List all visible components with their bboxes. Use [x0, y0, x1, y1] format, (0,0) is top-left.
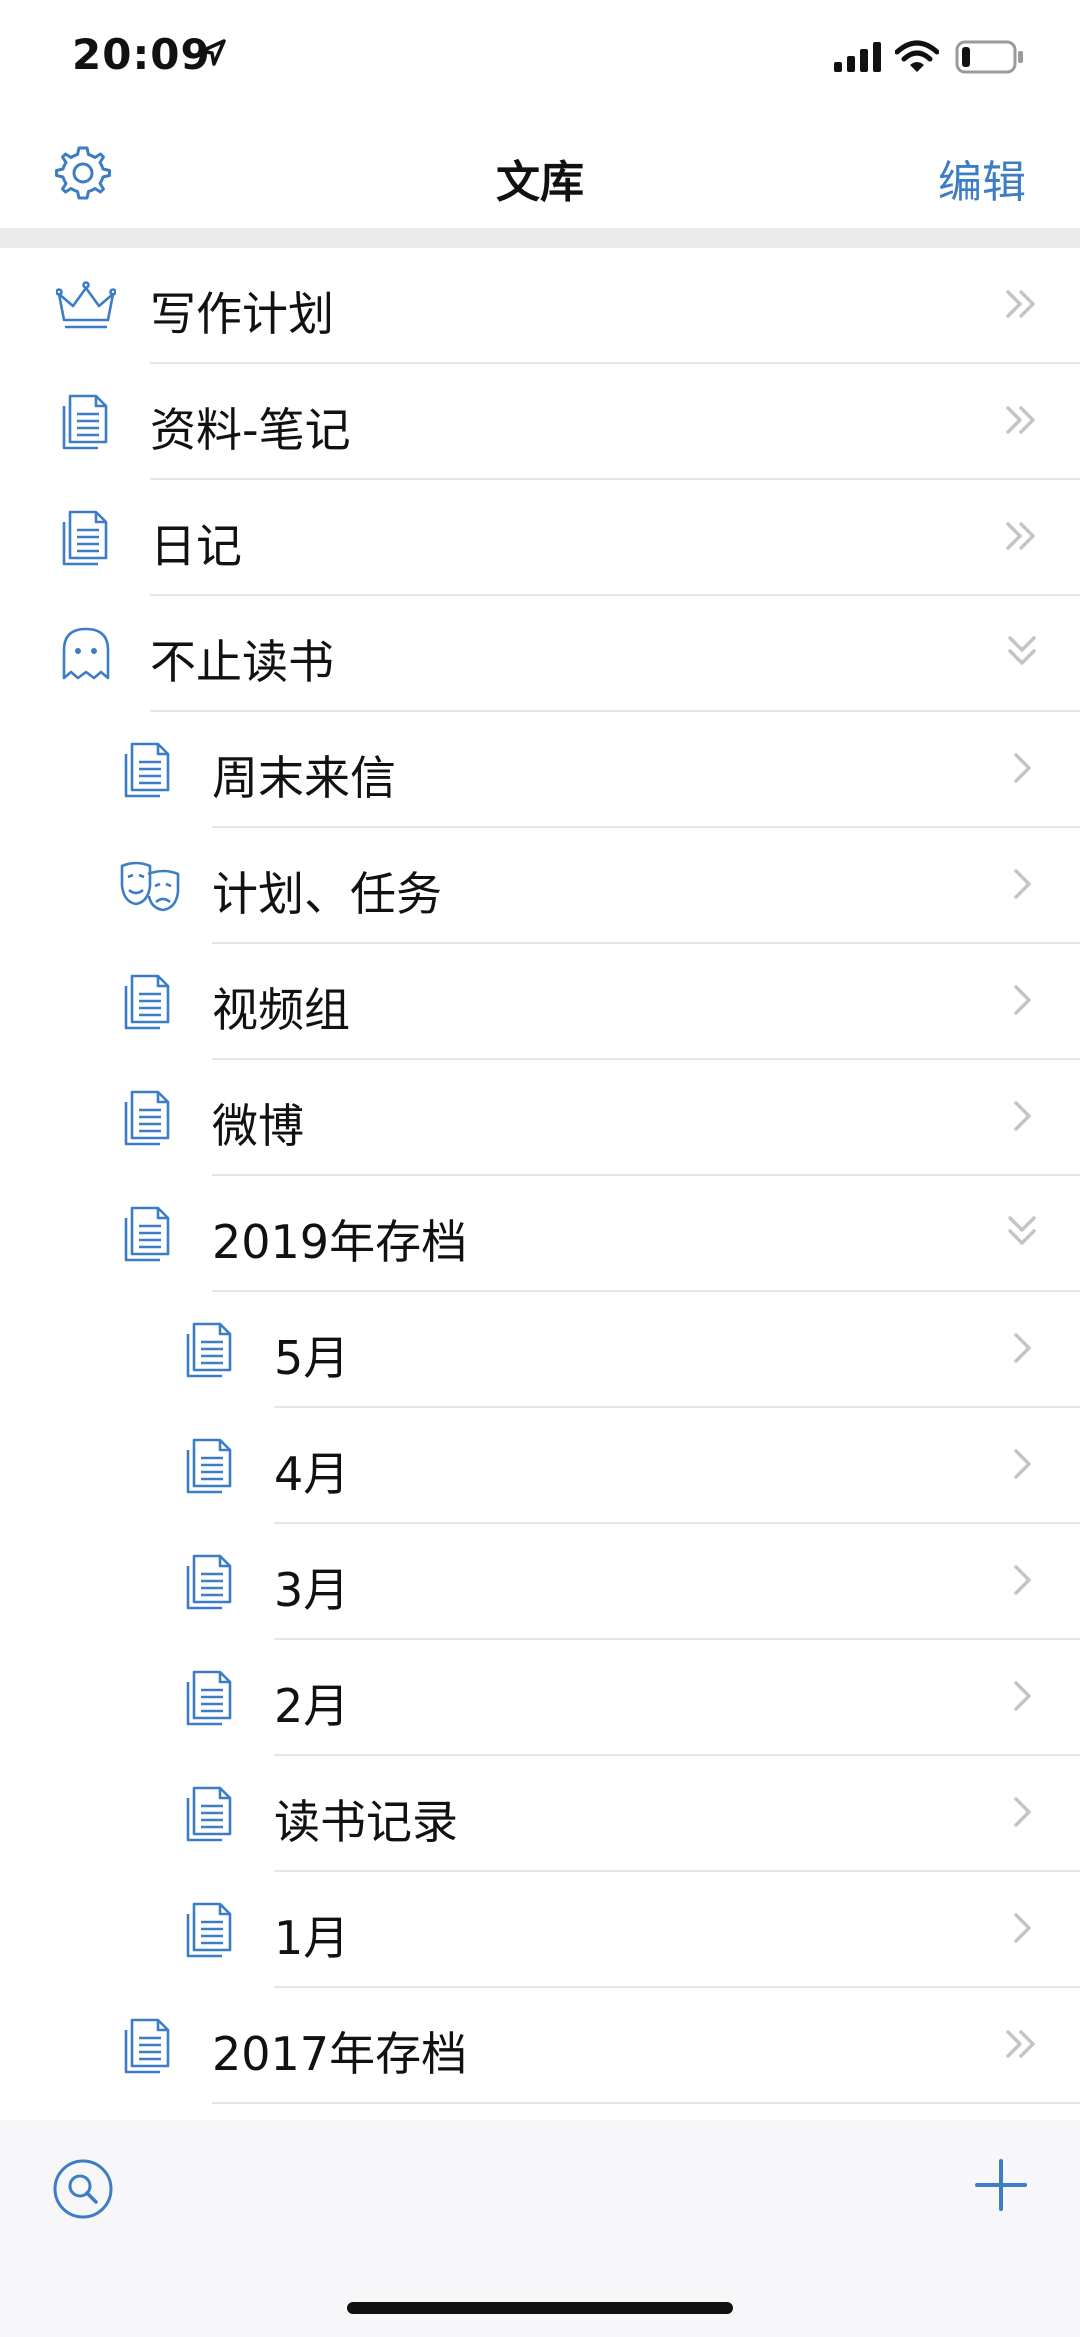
- document-icon: [118, 740, 178, 800]
- document-icon: [180, 1784, 240, 1844]
- plus-icon[interactable]: [974, 2158, 1028, 2212]
- library-row[interactable]: 写作计划: [0, 248, 1080, 364]
- library-row[interactable]: 2019年存档: [0, 1176, 1080, 1292]
- edit-button[interactable]: 编辑: [938, 146, 1026, 210]
- row-divider: [212, 2102, 1080, 2104]
- library-row[interactable]: 周末来信: [0, 712, 1080, 828]
- row-label: 不止读书: [150, 635, 334, 689]
- row-label: 2019年存档: [212, 1215, 468, 1269]
- document-icon: [56, 508, 116, 568]
- document-icon: [180, 1320, 240, 1380]
- document-icon: [180, 1668, 240, 1728]
- document-icon: [118, 2016, 178, 2076]
- ghost-icon: [56, 624, 116, 684]
- library-row[interactable]: 3月: [0, 1524, 1080, 1640]
- document-icon: [180, 1436, 240, 1496]
- double-chevron-right-icon[interactable]: [1002, 2024, 1042, 2064]
- library-row[interactable]: 2月: [0, 1640, 1080, 1756]
- row-label: 微博: [212, 1099, 304, 1153]
- double-chevron-down-icon[interactable]: [1002, 632, 1042, 672]
- document-icon: [118, 1088, 178, 1148]
- library-row[interactable]: 4月: [0, 1408, 1080, 1524]
- status-time: 20:09: [72, 30, 211, 79]
- library-row[interactable]: 2017年存档: [0, 1988, 1080, 2104]
- row-label: 写作计划: [150, 287, 334, 341]
- chevron-right-icon[interactable]: [1002, 1908, 1042, 1948]
- chevron-right-icon[interactable]: [1002, 1792, 1042, 1832]
- crown-icon: [55, 276, 117, 336]
- library-row[interactable]: 读书记录: [0, 1756, 1080, 1872]
- row-label: 周末来信: [212, 751, 396, 805]
- chevron-right-icon[interactable]: [1002, 980, 1042, 1020]
- document-icon: [118, 1204, 178, 1264]
- chevron-right-icon[interactable]: [1002, 1328, 1042, 1368]
- row-label: 5月: [274, 1331, 350, 1385]
- search-icon[interactable]: [52, 2158, 114, 2220]
- library-row[interactable]: 不止读书: [0, 596, 1080, 712]
- row-label: 资料-笔记: [150, 403, 351, 457]
- row-label: 2月: [274, 1679, 350, 1733]
- library-row[interactable]: 资料-笔记: [0, 364, 1080, 480]
- chevron-right-icon[interactable]: [1002, 1560, 1042, 1600]
- library-row[interactable]: 1月: [0, 1872, 1080, 1988]
- chevron-right-icon[interactable]: [1002, 1096, 1042, 1136]
- double-chevron-down-icon[interactable]: [1002, 1212, 1042, 1252]
- row-label: 读书记录: [274, 1795, 458, 1849]
- document-icon: [180, 1900, 240, 1960]
- status-bar: 20:09: [0, 0, 1080, 120]
- double-chevron-right-icon[interactable]: [1002, 400, 1042, 440]
- row-label: 1月: [274, 1911, 350, 1965]
- row-label: 3月: [274, 1563, 350, 1617]
- library-row[interactable]: 日记: [0, 480, 1080, 596]
- theater-masks-icon: [118, 856, 180, 916]
- nav-bar: 文库 编辑: [0, 120, 1080, 228]
- location-arrow-icon: [200, 39, 226, 66]
- document-icon: [180, 1552, 240, 1612]
- home-indicator: [347, 2302, 733, 2314]
- chevron-right-icon[interactable]: [1002, 748, 1042, 788]
- document-icon: [118, 972, 178, 1032]
- double-chevron-right-icon[interactable]: [1002, 284, 1042, 324]
- wifi-icon: [895, 40, 939, 72]
- library-row[interactable]: 微博: [0, 1060, 1080, 1176]
- library-row[interactable]: 计划、任务: [0, 828, 1080, 944]
- page-title: 文库: [496, 157, 584, 208]
- battery-low-icon: [955, 40, 1023, 74]
- document-icon: [56, 392, 116, 452]
- cellular-signal-icon: [834, 42, 881, 72]
- row-label: 4月: [274, 1447, 350, 1501]
- section-separator: [0, 228, 1080, 248]
- library-row[interactable]: 视频组: [0, 944, 1080, 1060]
- chevron-right-icon[interactable]: [1002, 864, 1042, 904]
- double-chevron-right-icon[interactable]: [1002, 516, 1042, 556]
- library-row[interactable]: 5月: [0, 1292, 1080, 1408]
- row-label: 视频组: [212, 983, 350, 1037]
- row-label: 2017年存档: [212, 2027, 468, 2081]
- row-label: 计划、任务: [212, 867, 442, 921]
- row-label: 日记: [150, 519, 242, 573]
- chevron-right-icon[interactable]: [1002, 1676, 1042, 1716]
- chevron-right-icon[interactable]: [1002, 1444, 1042, 1484]
